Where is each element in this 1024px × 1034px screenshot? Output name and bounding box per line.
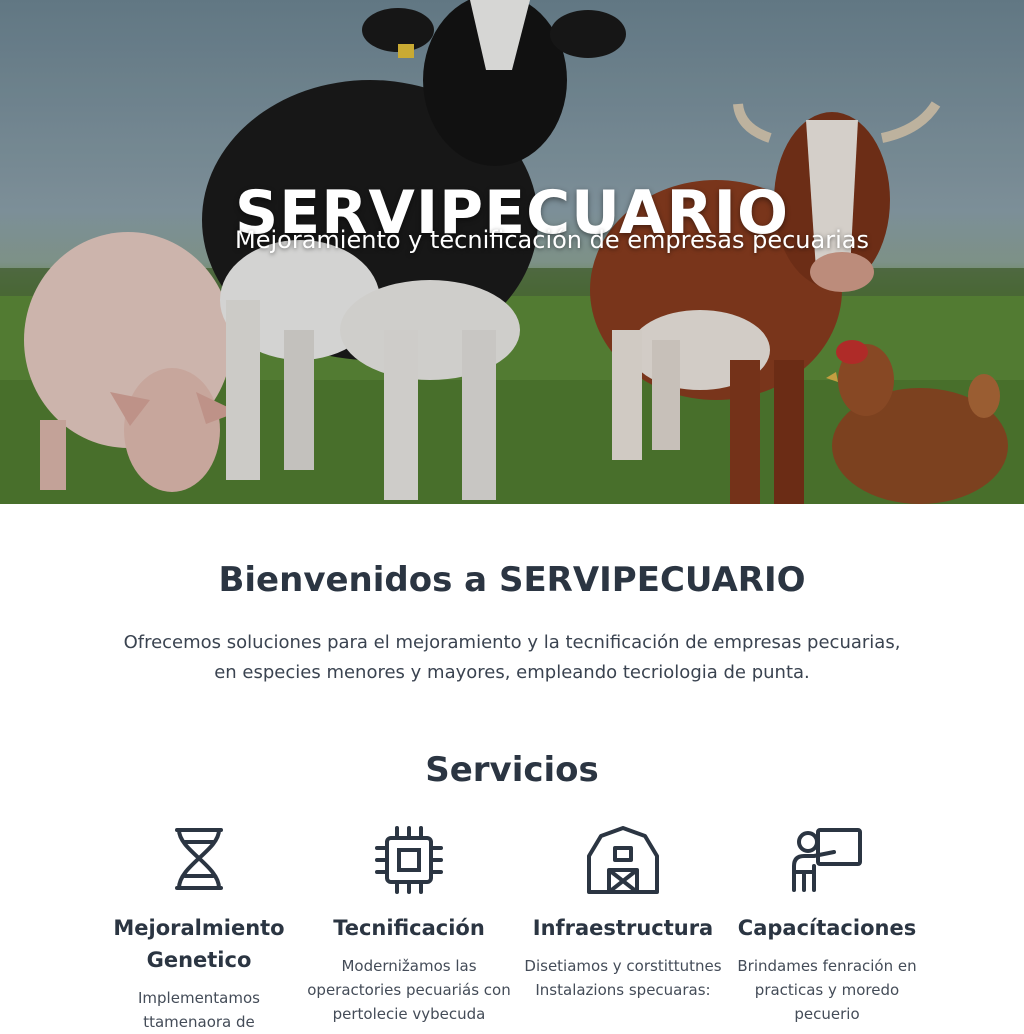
- services-heading: Servicios: [425, 750, 599, 790]
- service-card-training[interactable]: Capacítaciones Brindames fenración en pr…: [722, 826, 932, 1026]
- chip-icon: [304, 826, 514, 900]
- teacher-board-icon: [722, 826, 932, 900]
- barn-icon: [518, 826, 728, 900]
- service-description: Disetiamos y corstittutnes Instalazions …: [524, 957, 722, 999]
- hero-banner: SERVIPECUARIO Mejoramiento y tecnificaci…: [0, 0, 1024, 504]
- welcome-heading: Bienvenidos a SERVIPECUARIO: [218, 560, 806, 600]
- welcome-paragraph: Ofrecemos soluciones para el mejoramient…: [123, 632, 901, 683]
- service-description: Modernižamos las operactories pecuariás …: [307, 957, 511, 1023]
- service-name: Infraestructura: [532, 916, 714, 940]
- service-description: Implementamos ttamenaora de: [138, 989, 260, 1031]
- service-name: Capacítaciones: [737, 916, 917, 940]
- service-name: Tecnificación: [333, 916, 485, 940]
- service-card-infrastructure[interactable]: Infraestructura Disetiamos y corstittutn…: [518, 826, 728, 1002]
- service-name: Mejoralmiento Genetico: [113, 916, 285, 972]
- service-card-technification[interactable]: Tecnificación Modernižamos las operactor…: [304, 826, 514, 1026]
- dna-icon: [94, 826, 304, 900]
- service-description: Brindames fenración en practicas y mored…: [737, 957, 917, 1023]
- hero-subtitle: Mejoramiento y tecnificación de empresas…: [235, 226, 869, 254]
- service-card-genetic-improvement[interactable]: Mejoralmiento Genetico Implementamos tta…: [94, 826, 304, 1034]
